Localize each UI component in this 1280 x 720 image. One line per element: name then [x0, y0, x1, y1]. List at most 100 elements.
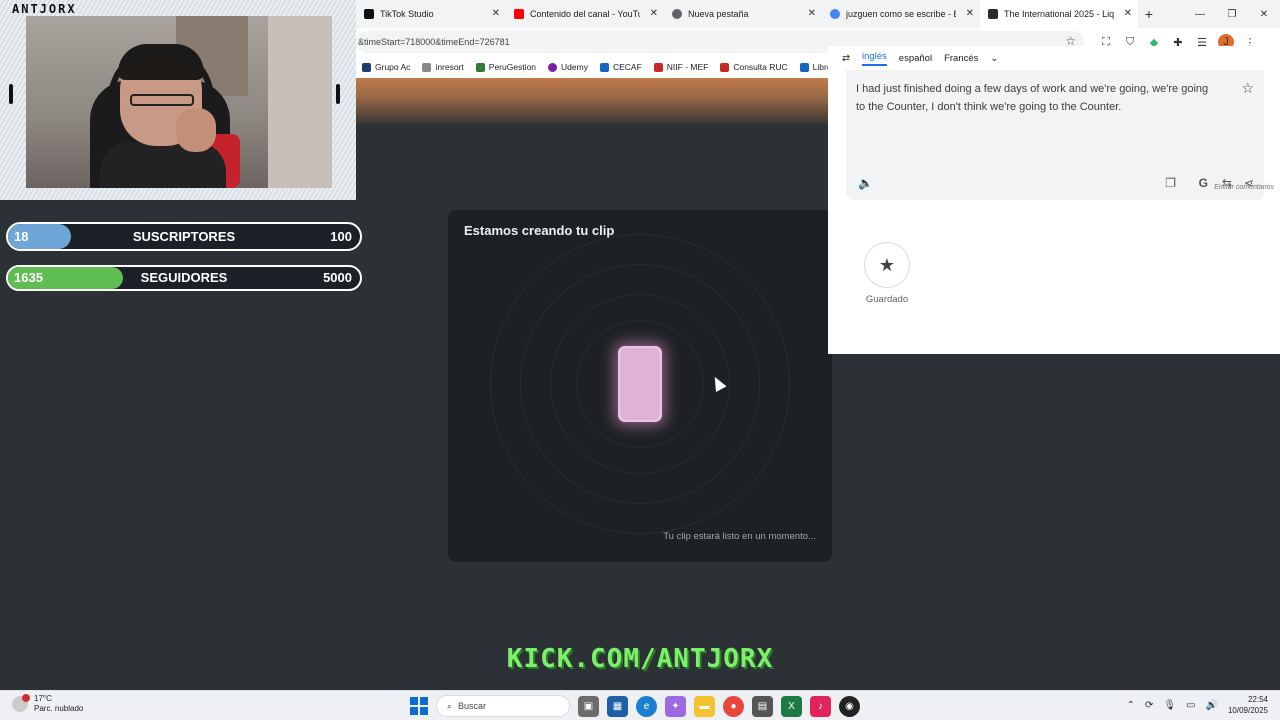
bookmark-label: NIIF - MEF — [666, 62, 709, 72]
channel-tag: ANTJORX — [12, 2, 77, 16]
clock[interactable]: 22:54 10/09/2025 — [1228, 694, 1268, 716]
bookmark-grupo-ac[interactable]: Grupo Ac — [356, 62, 416, 72]
clock-time: 22:54 — [1247, 695, 1268, 704]
tab-label: juzguen como se escribe - Busc — [846, 9, 956, 19]
bookmark-icon — [653, 62, 663, 72]
bookmark-icon — [599, 62, 609, 72]
globe-icon — [672, 9, 682, 19]
chrome-icon[interactable]: ● — [723, 695, 744, 717]
goal-label: SUSCRIPTORES — [132, 229, 236, 244]
weather-widget[interactable]: 17°C Parc. nublado — [12, 694, 83, 714]
bookmark-label: CECAF — [612, 62, 642, 72]
bookmark-label: Grupo Ac — [375, 62, 411, 72]
close-icon[interactable]: ✕ — [1124, 8, 1132, 19]
new-tab-button[interactable]: + — [1138, 6, 1160, 22]
goal-target: 100 — [330, 229, 352, 244]
task-view-icon[interactable]: ▣ — [578, 695, 599, 717]
close-icon[interactable]: ✕ — [966, 8, 974, 19]
taskbar-apps: ⌕ Buscar ▣ ▦ e ✦ ▬ ● ▤ X ♪ ◉ — [410, 695, 860, 717]
saved-label: Guardado — [865, 294, 909, 305]
translation-text: I had just finished doing a few days of … — [856, 83, 1209, 113]
window-controls: — ❐ ✕ — [1184, 0, 1280, 28]
google-search-icon[interactable]: G — [1199, 176, 1208, 190]
bookmark-label: PeruGestion — [488, 62, 537, 72]
tab-google-search[interactable]: juzguen como se escribe - Busc ✕ — [822, 0, 980, 28]
tab-lang-spanish[interactable]: español — [899, 53, 932, 64]
background-door — [268, 16, 332, 188]
bookmark-icon — [422, 62, 432, 72]
bookmark-inresort[interactable]: inresort — [416, 62, 469, 72]
close-icon[interactable]: ✕ — [650, 8, 658, 19]
send-feedback-link[interactable]: Enviar comentarios — [1214, 184, 1274, 191]
subscribers-goal-bar: SUSCRIPTORES 18 100 — [6, 222, 362, 251]
obs-icon[interactable]: ◉ — [839, 695, 860, 717]
tab-youtube[interactable]: Contenido del canal - YouTube ✕ — [506, 0, 664, 28]
google-icon — [830, 9, 840, 19]
bookmarks-bar: Grupo Ac inresort PeruGestion Udemy CECA… — [356, 56, 836, 78]
chevron-down-icon[interactable]: ⌄ — [990, 53, 998, 64]
windows-taskbar: 17°C Parc. nublado ⌕ Buscar ▣ ▦ e ✦ ▬ ● … — [0, 690, 1280, 720]
tiktok-app-icon[interactable]: ♪ — [810, 695, 831, 717]
bookmark-icon — [362, 62, 371, 72]
display-icon[interactable]: ▭ — [1186, 700, 1195, 711]
tab-new-tab[interactable]: Nueva pestaña ✕ — [664, 0, 822, 28]
liquipedia-icon — [988, 9, 998, 19]
volume-icon[interactable]: 🔊 — [1206, 700, 1218, 711]
bookmark-cecaf[interactable]: CECAF — [594, 62, 648, 72]
bookmark-niif-mef[interactable]: NIIF - MEF — [648, 62, 715, 72]
tab-lang-french[interactable]: Francés — [944, 53, 978, 64]
youtube-icon — [514, 9, 524, 19]
url-text: &timeStart=718000&timeEnd=726781 — [358, 37, 510, 47]
followers-goal-bar: SEGUIDORES 1635 5000 — [6, 265, 362, 291]
sync-icon[interactable]: ⟳ — [1145, 700, 1153, 711]
translate-language-tabs: ⇄ inglés español Francés ⌄ — [842, 46, 1010, 70]
bookmark-udemy[interactable]: Udemy — [542, 62, 594, 72]
tab-label: TikTok Studio — [380, 9, 434, 19]
streamer-hand — [176, 108, 216, 152]
webcam-video — [26, 16, 332, 188]
save-translation-star-icon[interactable]: ☆ — [1241, 80, 1254, 97]
phone-clip-icon — [618, 346, 662, 422]
excel-icon[interactable]: X — [781, 695, 802, 717]
tab-label: Contenido del canal - YouTube — [530, 9, 640, 19]
tiktok-icon — [364, 9, 374, 19]
edge-icon[interactable]: e — [636, 695, 657, 717]
kick-channel-url: KICK.COM/ANTJORX — [506, 644, 774, 674]
restore-icon[interactable]: ❐ — [1216, 0, 1248, 28]
calculator-icon[interactable]: ▤ — [752, 695, 773, 717]
bookmark-icon — [720, 62, 730, 72]
close-icon[interactable]: ✕ — [808, 8, 816, 19]
tab-liquipedia[interactable]: The International 2025 - Liquip ✕ — [980, 0, 1138, 28]
store-icon[interactable]: ▦ — [607, 695, 628, 717]
minimize-icon[interactable]: — — [1184, 0, 1216, 28]
bookmark-label: inresort — [435, 62, 464, 72]
weather-cloud-icon — [12, 694, 30, 712]
clock-date: 10/09/2025 — [1227, 706, 1268, 715]
microphone-icon[interactable]: 🎙 — [1163, 700, 1176, 711]
frame-accent-right — [336, 84, 340, 104]
weather-temperature: 17°C — [34, 694, 52, 703]
translation-output-box: I had just finished doing a few days of … — [846, 70, 1264, 200]
speaker-icon[interactable]: 🔈 — [858, 176, 873, 190]
copilot-icon[interactable]: ✦ — [665, 695, 686, 717]
file-explorer-icon[interactable]: ▬ — [694, 695, 715, 717]
tab-label: Nueva pestaña — [688, 9, 749, 19]
tab-tiktok-studio[interactable]: TikTok Studio ✕ — [356, 0, 506, 28]
translate-panel: ⇄ inglés español Francés ⌄ I had just fi… — [828, 46, 1280, 354]
close-icon[interactable]: ✕ — [492, 8, 500, 19]
browser-tab-bar: TikTok Studio ✕ Contenido del canal - Yo… — [356, 0, 1280, 28]
chevron-up-icon[interactable]: ⌃ — [1127, 700, 1135, 711]
windows-start-icon[interactable] — [410, 697, 428, 715]
copy-icon[interactable]: ❐ — [1165, 176, 1176, 190]
taskbar-search-input[interactable]: ⌕ Buscar — [436, 695, 570, 717]
swap-languages-icon[interactable]: ⇄ — [842, 53, 850, 64]
saved-translations-button[interactable]: ★ — [864, 242, 910, 288]
bookmark-perugestion[interactable]: PeruGestion — [470, 62, 542, 72]
glasses — [130, 94, 194, 106]
close-window-icon[interactable]: ✕ — [1248, 0, 1280, 28]
bookmark-consulta-ruc[interactable]: Consulta RUC — [714, 62, 793, 72]
goal-current: 1635 — [14, 270, 43, 285]
tab-lang-english[interactable]: inglés — [861, 51, 887, 66]
channel-banner-strip — [356, 78, 828, 124]
clip-dialog-title: Estamos creando tu clip — [464, 223, 615, 238]
